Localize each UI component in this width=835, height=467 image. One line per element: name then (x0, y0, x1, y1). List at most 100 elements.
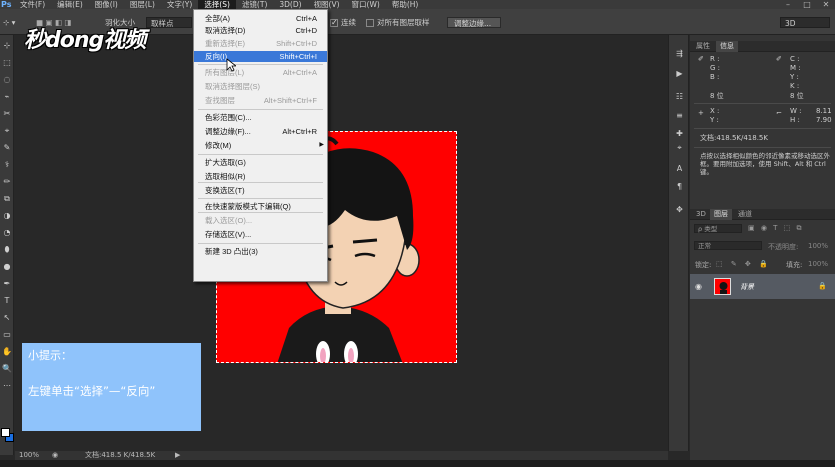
dodge-tool-icon[interactable]: ● (2, 262, 12, 272)
status-menu-arrow-icon[interactable]: ▶ (175, 451, 180, 460)
select-menu-item-1[interactable]: 取消选择(D) Ctrl+D (194, 25, 327, 36)
opacity-value[interactable]: 100% (808, 242, 828, 250)
gradient-tool-icon[interactable]: ◔ (2, 228, 12, 238)
path-select-tool-icon[interactable]: ↖ (2, 313, 12, 323)
lock-icons[interactable]: ⬚ ✎ ✥ 🔒 (716, 260, 771, 268)
eye-icon[interactable]: ◉ (695, 282, 702, 291)
type-tool-icon[interactable]: T (2, 296, 12, 306)
zoom-tool-icon[interactable]: 🔍 (2, 364, 12, 374)
select-menu-item-3[interactable]: 反向(I) Shift+Ctrl+I (194, 51, 327, 62)
refine-edge-button[interactable]: 调整边缘... (447, 17, 501, 28)
layer-kind-filter[interactable]: ρ 类型 (694, 224, 742, 233)
menu-item-7[interactable]: 3D(D) (273, 0, 307, 9)
submenu-arrow-icon: ▶ (319, 142, 324, 148)
clone-stamp-icon[interactable]: ✏ (2, 177, 12, 187)
actions-panel-icon[interactable]: ▶ (674, 69, 685, 79)
eraser-tool-icon[interactable]: ◑ (2, 211, 12, 221)
select-menu-item-4[interactable]: 所有图层(L) Alt+Ctrl+A (194, 67, 327, 78)
menu-item-5[interactable]: 选择(S) (198, 0, 236, 9)
menu-item-0[interactable]: 文件(F) (14, 0, 51, 9)
select-menu-item-7[interactable]: 色彩范围(C)... (194, 112, 327, 123)
blur-tool-icon[interactable]: ⬮ (2, 245, 12, 255)
paragraph-styles-icon[interactable]: ≡ (674, 111, 685, 121)
select-menu-item-11[interactable]: 选取相似(R) (194, 171, 327, 182)
layer-comps-icon[interactable]: ☷ (674, 92, 685, 102)
brush-presets-icon[interactable]: ✚ (674, 129, 685, 139)
quick-select-tool-icon[interactable]: ⌁ (2, 92, 12, 102)
menu-item-2[interactable]: 图像(I) (89, 0, 124, 9)
close-icon[interactable]: ✕ (817, 0, 835, 9)
checkbox-icon[interactable] (330, 17, 338, 28)
tool-tip-text: 点按以选择相似颜色的邻近像素或移动选区外框。要用附加选项，使用 Shift、Al… (700, 152, 830, 176)
select-menu-item-2[interactable]: 重新选择(E) Shift+Ctrl+D (194, 38, 327, 49)
healing-brush-icon[interactable]: ✎ (2, 143, 12, 153)
tab-properties[interactable]: 属性 (692, 41, 714, 52)
tab-layers[interactable]: 图层 (710, 209, 732, 220)
shape-tool-icon[interactable]: ▭ (2, 330, 12, 340)
select-menu-item-13[interactable]: 在快速蒙版模式下编辑(Q) (194, 201, 327, 212)
info-y-coord: Y : (710, 116, 719, 124)
select-menu-item-16[interactable]: 新建 3D 凸出(3) (194, 246, 327, 257)
select-menu-item-14[interactable]: 载入选区(O)... (194, 215, 327, 226)
menu-item-6[interactable]: 滤镜(T) (236, 0, 273, 9)
toolbox: ⊹ ⬚ ◌ ⌁ ✂ ⌖ ✎ ⚕ ✏ ⧉ ◑ ◔ ⬮ ● ✒ T ↖ ▭ ✋ 🔍 ⋯ (0, 35, 14, 455)
more-tools-icon[interactable]: ⋯ (2, 381, 12, 391)
workspace-select[interactable]: 3D (780, 17, 830, 28)
select-menu-item-5[interactable]: 取消选择图层(S) (194, 81, 327, 92)
bit-depth-left: 8 位 (710, 92, 724, 100)
select-menu-item-0[interactable]: 全部(A) Ctrl+A (194, 13, 327, 24)
blend-mode-select[interactable]: 正常 (694, 241, 762, 250)
eyedropper-tool-icon[interactable]: ⌖ (2, 126, 12, 136)
layer-row-background[interactable]: ◉ 背景 🔒 (690, 274, 835, 299)
tab-channels[interactable]: 通道 (734, 209, 756, 220)
tab-info[interactable]: 信息 (716, 41, 738, 52)
marquee-tool-icon[interactable]: ⬚ (2, 58, 12, 68)
menu-separator (198, 182, 323, 183)
select-menu-item-15[interactable]: 存储选区(V)... (194, 229, 327, 240)
tool-presets-icon[interactable]: ✥ (674, 205, 685, 215)
layer-filter-icons[interactable]: ▣ ◉ T ⬚ ⧉ (748, 224, 804, 233)
zoom-level[interactable]: 100% (19, 451, 39, 460)
menu-item-9[interactable]: 窗口(W) (346, 0, 386, 9)
menu-item-3[interactable]: 图层(L) (124, 0, 161, 9)
layer-thumbnail (714, 278, 731, 295)
menu-item-1[interactable]: 编辑(E) (51, 0, 89, 9)
status-icon[interactable]: ◉ (52, 451, 58, 460)
tool-preset-icon[interactable]: ⊹ ▾ (3, 17, 15, 28)
select-menu-item-9[interactable]: 修改(M) ▶ (194, 140, 327, 151)
lasso-tool-icon[interactable]: ◌ (2, 75, 12, 85)
info-b: B : (710, 73, 720, 81)
maximize-icon[interactable]: □ (798, 0, 816, 9)
hand-tool-icon[interactable]: ✋ (2, 347, 12, 357)
select-menu-item-12[interactable]: 变换选区(T) (194, 185, 327, 196)
menu-item-shortcut: Alt+Shift+Ctrl+F (263, 96, 317, 105)
checkbox-icon[interactable] (366, 19, 374, 27)
brush-tool-icon[interactable]: ⚕ (2, 160, 12, 170)
all-layers-checkbox[interactable]: 对所有图层取样 (366, 17, 430, 28)
crop-tool-icon[interactable]: ✂ (2, 109, 12, 119)
paragraph-panel-icon[interactable]: ¶ (674, 182, 685, 192)
history-brush-icon[interactable]: ⧉ (2, 194, 12, 204)
contiguous-checkbox[interactable]: 连续 (330, 17, 356, 28)
menu-item-4[interactable]: 文字(Y) (161, 0, 198, 9)
pen-tool-icon[interactable]: ✒ (2, 279, 12, 289)
menu-item-shortcut: Shift+Ctrl+I (279, 52, 317, 61)
clone-source-icon[interactable]: ⌖ (674, 143, 685, 153)
select-menu-item-8[interactable]: 调整边缘(F)... Alt+Ctrl+R (194, 126, 327, 137)
minimize-icon[interactable]: – (779, 0, 797, 9)
history-panel-icon[interactable]: ⇶ (674, 49, 685, 59)
sample-size-select[interactable]: 取样点 (146, 17, 192, 28)
foreground-color-swatch[interactable] (1, 428, 10, 437)
move-tool-icon[interactable]: ⊹ (2, 41, 12, 51)
character-panel-icon[interactable]: A (674, 164, 685, 174)
mouse-cursor-icon (226, 58, 236, 72)
menu-item-8[interactable]: 视图(V) (308, 0, 346, 9)
layer-name[interactable]: 背景 (740, 282, 754, 292)
menu-item-10[interactable]: 帮助(H) (386, 0, 425, 9)
select-menu-item-6[interactable]: 查找图层 Alt+Shift+Ctrl+F (194, 95, 327, 106)
divider (694, 103, 831, 104)
fill-value[interactable]: 100% (808, 260, 828, 268)
tab-3d[interactable]: 3D (692, 209, 710, 220)
select-menu-item-10[interactable]: 扩大选取(G) (194, 157, 327, 168)
info-panel-tabs: 属性 信息 (690, 41, 835, 52)
